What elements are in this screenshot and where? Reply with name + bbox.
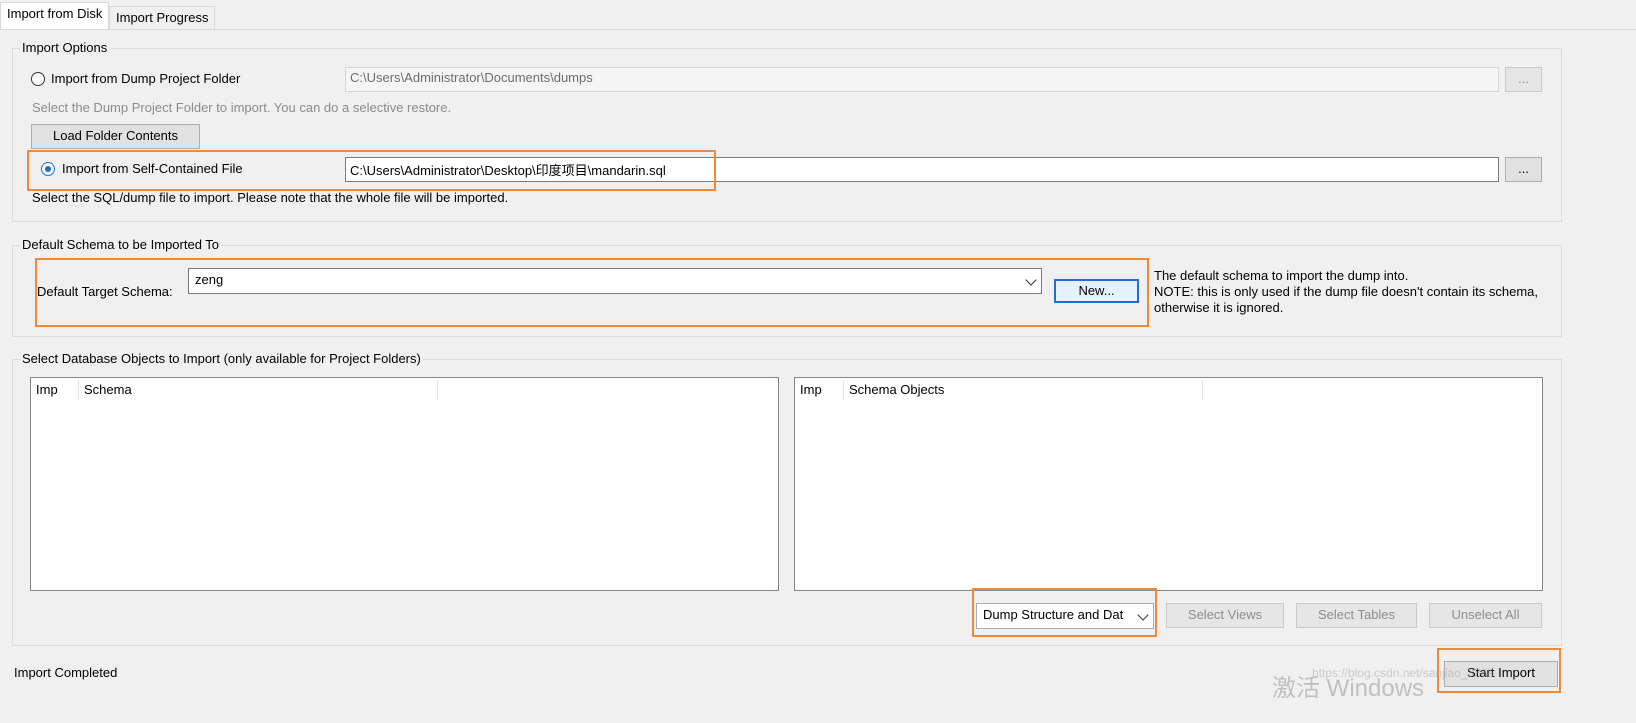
column-header-schema[interactable]: Schema [79,378,437,402]
dump-folder-radio[interactable] [31,72,45,86]
dump-folder-path-field[interactable]: C:\Users\Administrator\Documents\dumps [345,67,1499,92]
blog-url-watermark: https://blog.csdn.net/sanjiao_3369 [1312,666,1495,680]
select-tables-button[interactable]: Select Tables [1296,603,1417,628]
schema-list[interactable]: Imp Schema [30,377,779,591]
default-target-schema-select[interactable]: zeng [188,268,1042,294]
column-divider [437,380,438,400]
column-header-imp[interactable]: Imp [31,378,78,402]
import-options-legend: Import Options [20,40,110,55]
default-target-schema-value: zeng [195,272,224,287]
dump-type-value: Dump Structure and Dat [983,607,1124,622]
dump-type-select[interactable]: Dump Structure and Dat [976,603,1154,629]
select-views-button[interactable]: Select Views [1166,603,1284,628]
schema-note-line2: NOTE: this is only used if the dump file… [1154,284,1538,299]
tab-bar [0,0,1636,30]
schema-note-line1: The default schema to import the dump in… [1154,268,1409,283]
column-header-imp[interactable]: Imp [795,378,843,402]
self-contained-browse-button[interactable]: ... [1505,157,1542,182]
self-contained-radio[interactable] [41,162,55,176]
import-status: Import Completed [14,665,118,680]
tab-import-from-disk[interactable]: Import from Disk [0,2,110,29]
load-folder-contents-button[interactable]: Load Folder Contents [31,124,200,149]
new-schema-button[interactable]: New... [1054,279,1139,303]
column-divider [1202,380,1203,400]
column-header-schema-objects[interactable]: Schema Objects [844,378,1202,402]
self-contained-path-field[interactable]: C:\Users\Administrator\Desktop\印度项目\mand… [345,157,1499,182]
self-contained-hint: Select the SQL/dump file to import. Plea… [32,190,509,205]
schema-note-line3: otherwise it is ignored. [1154,300,1284,315]
unselect-all-button[interactable]: Unselect All [1429,603,1542,628]
default-schema-legend: Default Schema to be Imported To [20,237,222,252]
tab-import-progress[interactable]: Import Progress [109,6,216,29]
chevron-down-icon [1137,609,1149,621]
default-target-schema-label: Default Target Schema: [37,284,173,299]
dump-folder-hint: Select the Dump Project Folder to import… [32,100,452,115]
db-objects-legend: Select Database Objects to Import (only … [20,351,423,366]
dump-folder-browse-button[interactable]: ... [1505,67,1542,92]
schema-objects-list[interactable]: Imp Schema Objects [794,377,1543,591]
self-contained-label: Import from Self-Contained File [62,161,243,176]
dump-folder-label: Import from Dump Project Folder [51,71,241,86]
chevron-down-icon [1025,274,1037,286]
